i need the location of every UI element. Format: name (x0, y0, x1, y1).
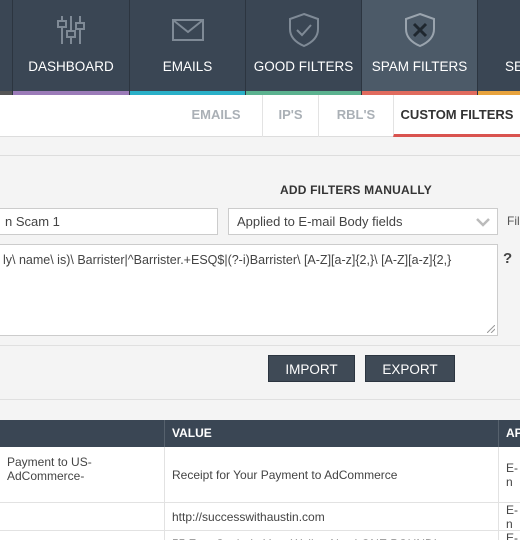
tab-emails[interactable]: EMAILS (170, 95, 262, 137)
table-row[interactable]: 55 Fast Cash, In Your Wallet. Now! ONE P… (0, 531, 520, 540)
nav-item-emails[interactable]: EMAILS (129, 0, 245, 95)
shield-check-icon (288, 12, 319, 48)
divider (0, 345, 520, 346)
table-row[interactable]: Payment to US-AdCommerce- Receipt for Yo… (0, 447, 520, 503)
nav-label-emails: EMAILS (162, 59, 213, 74)
cell-name (0, 503, 164, 530)
nav-label-spam-filters: SPAM FILTERS (371, 59, 468, 74)
nav-label-settings: SE (505, 59, 520, 74)
sub-tabs: EMAILS IP'S RBL'S CUSTOM FILTERS (0, 95, 520, 137)
filter-type-label: Fil (507, 214, 520, 228)
table-header: VALUE AP (0, 420, 520, 447)
table-row[interactable]: http://successwithaustin.com E-n (0, 503, 520, 531)
nav-label-good-filters: GOOD FILTERS (253, 59, 354, 74)
export-button[interactable]: EXPORT (365, 355, 455, 382)
top-nav: DASHBOARD EMAILS GOOD FILTERS SPAM FILTE… (0, 0, 520, 95)
envelope-icon (171, 19, 204, 41)
cell-applied: E-n (498, 531, 520, 540)
cell-value: http://successwithaustin.com (164, 503, 498, 530)
tab-ips[interactable]: IP'S (262, 95, 318, 137)
regex-textarea[interactable]: ly\ name\ is)\ Barrister|^Barrister.+ESQ… (0, 244, 498, 336)
help-icon[interactable]: ? (503, 250, 512, 267)
filters-table: VALUE AP Payment to US-AdCommerce- Recei… (0, 420, 520, 540)
applied-to-value: Applied to E-mail Body fields (237, 214, 403, 229)
col-header-value[interactable]: VALUE (164, 420, 498, 447)
cell-value: Receipt for Your Payment to AdCommerce (164, 447, 498, 502)
col-header-applied[interactable]: AP (498, 420, 520, 447)
import-button[interactable]: IMPORT (268, 355, 355, 382)
nav-item-good-filters[interactable]: GOOD FILTERS (245, 0, 361, 95)
app-window: DASHBOARD EMAILS GOOD FILTERS SPAM FILTE… (0, 0, 520, 540)
nav-item-dashboard[interactable]: DASHBOARD (12, 0, 129, 95)
col-header-name[interactable] (0, 420, 164, 447)
regex-value: ly\ name\ is)\ Barrister|^Barrister.+ESQ… (3, 253, 452, 267)
divider (0, 399, 520, 400)
section-title: ADD FILTERS MANUALLY (280, 183, 432, 197)
cell-applied: E-n (498, 447, 520, 502)
sliders-icon (57, 16, 85, 44)
nav-item-spam-filters[interactable]: SPAM FILTERS (361, 0, 477, 95)
shield-x-icon (404, 12, 435, 48)
applied-to-select[interactable]: Applied to E-mail Body fields (228, 208, 498, 235)
cell-name: Payment to US-AdCommerce- (7, 455, 92, 483)
cell-name (0, 531, 164, 540)
chevron-down-icon (476, 218, 490, 227)
cell-applied: E-n (498, 503, 520, 530)
nav-item-settings[interactable]: SE (477, 0, 520, 95)
tab-rbls[interactable]: RBL'S (318, 95, 393, 137)
nav-label-dashboard: DASHBOARD (28, 59, 114, 74)
filter-name-input[interactable]: n Scam 1 (0, 208, 218, 235)
cell-value: 55 Fast Cash, In Your Wallet. Now! ONE P… (164, 531, 498, 540)
tab-custom-filters[interactable]: CUSTOM FILTERS (393, 95, 520, 137)
resize-grip-icon[interactable] (487, 325, 495, 333)
